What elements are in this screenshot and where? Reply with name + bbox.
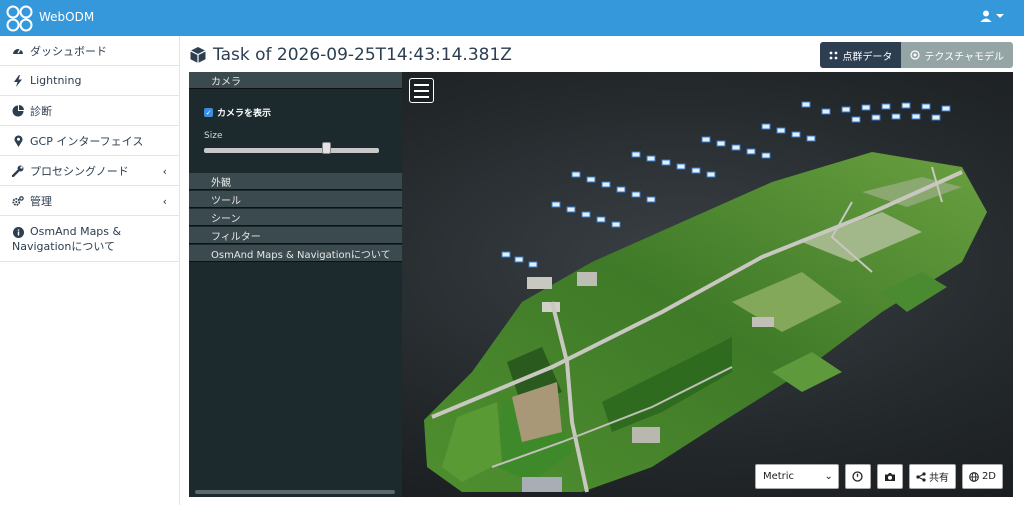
sidebar-item-dashboard[interactable]: ダッシュボード — [0, 36, 179, 66]
share-icon — [916, 471, 926, 482]
point-cloud-button[interactable]: 点群データ — [820, 42, 902, 68]
sidebar-item-label: ダッシュボード — [30, 44, 107, 58]
units-select[interactable]: Metric ⌄ — [754, 464, 839, 489]
sidebar-item-administration[interactable]: 管理 ‹ — [0, 186, 179, 216]
pie-chart-icon — [12, 104, 24, 117]
bolt-icon — [12, 74, 24, 87]
sidebar: ダッシュボード Lightning 診断 GCP インターフェイス プロセシング… — [0, 36, 180, 505]
section-about[interactable]: OsmAnd Maps & Navigationについて — [189, 245, 402, 262]
panel-scrollbar[interactable] — [195, 490, 395, 494]
caret-down-icon — [996, 14, 1004, 18]
chevron-left-icon: ‹ — [162, 165, 167, 178]
top-navbar: WebODM — [0, 0, 1024, 36]
dashboard-icon — [12, 45, 24, 57]
timeline-button[interactable] — [844, 464, 871, 489]
camera-icon — [884, 472, 895, 481]
user-menu[interactable] — [980, 10, 1004, 22]
dots-icon — [829, 51, 838, 59]
show-camera-label: カメラを表示 — [217, 109, 272, 119]
size-slider-handle[interactable] — [322, 142, 331, 154]
menu-toggle-button[interactable] — [409, 78, 434, 103]
checkbox-checked-icon[interactable]: ✓ — [204, 108, 213, 117]
section-appearance[interactable]: 外観 — [189, 173, 402, 190]
size-label: Size — [204, 131, 223, 141]
settings-panel: カメラ ✓ カメラを表示 Size 外観 ツール シーン フィルター OsmAn… — [189, 72, 402, 497]
section-tools[interactable]: ツール — [189, 191, 402, 208]
map-marker-icon — [12, 134, 24, 147]
wrench-icon — [12, 165, 24, 177]
sidebar-item-about[interactable]: OsmAnd Maps & Navigationについて — [0, 216, 179, 262]
sidebar-item-gcp-interface[interactable]: GCP インターフェイス — [0, 126, 179, 156]
view-2d-button[interactable]: 2D — [961, 464, 1003, 489]
cube-icon — [190, 47, 206, 63]
viewer-toolbar: Metric ⌄ 共有 2D — [754, 464, 1003, 489]
model-icon — [910, 50, 920, 60]
brand-name[interactable]: WebODM — [39, 10, 94, 24]
sidebar-item-label: OsmAnd Maps & Navigationについて — [12, 225, 122, 253]
show-camera-checkbox-row[interactable]: ✓ カメラを表示 — [204, 106, 271, 119]
sidebar-item-label: GCP インターフェイス — [30, 134, 144, 148]
chevron-down-icon: ⌄ — [824, 471, 833, 482]
screenshot-button[interactable] — [876, 464, 903, 489]
section-filters[interactable]: フィルター — [189, 227, 402, 244]
hamburger-icon-line — [414, 89, 429, 92]
camera-section-header[interactable]: カメラ — [189, 72, 402, 89]
sidebar-item-processing-nodes[interactable]: プロセシングノード ‹ — [0, 156, 179, 186]
sidebar-item-label: 診断 — [30, 104, 52, 118]
point-cloud-viewer[interactable]: カメラ ✓ カメラを表示 Size 外観 ツール シーン フィルター OsmAn… — [189, 72, 1013, 497]
sidebar-item-diagnostics[interactable]: 診断 — [0, 96, 179, 126]
section-scene[interactable]: シーン — [189, 209, 402, 226]
view-mode-toggle: 点群データ テクスチャモデル — [820, 42, 1013, 68]
sidebar-item-lightning[interactable]: Lightning — [0, 66, 179, 96]
task-title-row: Task of 2026-09-25T14:43:14.381Z — [189, 42, 512, 68]
sidebar-item-label: 管理 — [30, 194, 52, 208]
gears-icon — [12, 195, 24, 207]
point-cloud-render[interactable] — [402, 72, 1013, 497]
webodm-logo-icon[interactable] — [6, 5, 33, 32]
page-title: Task of 2026-09-25T14:43:14.381Z — [213, 45, 512, 65]
panel-sections: 外観 ツール シーン フィルター OsmAnd Maps & Navigatio… — [189, 173, 402, 263]
sidebar-item-label: Lightning — [30, 74, 82, 87]
chevron-left-icon: ‹ — [162, 195, 167, 208]
sidebar-item-label: プロセシングノード — [30, 164, 129, 178]
user-icon — [980, 10, 992, 22]
textured-model-button[interactable]: テクスチャモデル — [901, 42, 1013, 68]
info-icon — [12, 226, 24, 238]
globe-icon — [969, 471, 979, 482]
size-slider[interactable] — [204, 148, 379, 153]
clock-icon — [852, 471, 864, 482]
hamburger-icon-line — [414, 95, 429, 98]
share-button[interactable]: 共有 — [908, 464, 956, 489]
hamburger-icon-line — [414, 83, 429, 86]
